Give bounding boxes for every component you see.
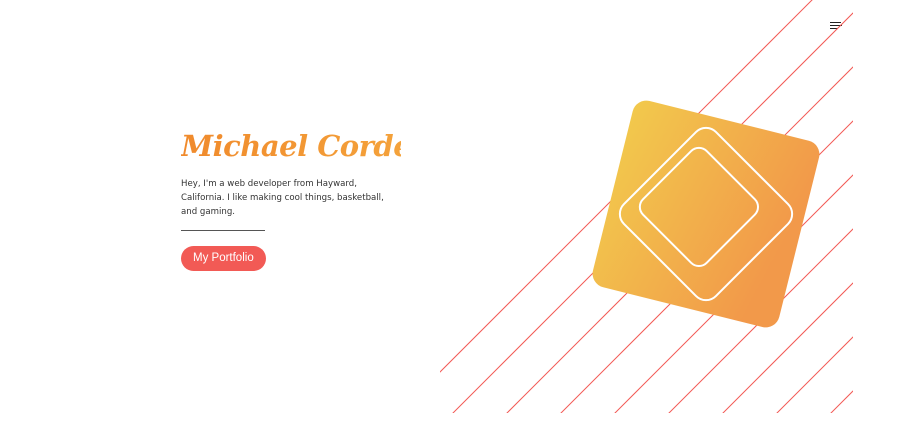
divider [181, 230, 265, 231]
stripe-line [878, 0, 900, 420]
stripe-line [830, 390, 853, 413]
hero-illustration [440, 0, 900, 420]
page: Michael Cordero Hey, I'm a web developer… [0, 0, 900, 442]
hero-name: Michael Cordero [181, 124, 445, 168]
hero-bio: Hey, I'm a web developer from Hayward, C… [181, 179, 384, 217]
portfolio-button[interactable]: My Portfolio [181, 246, 266, 271]
hero-text: Michael Cordero Hey, I'm a web developer… [181, 124, 445, 271]
